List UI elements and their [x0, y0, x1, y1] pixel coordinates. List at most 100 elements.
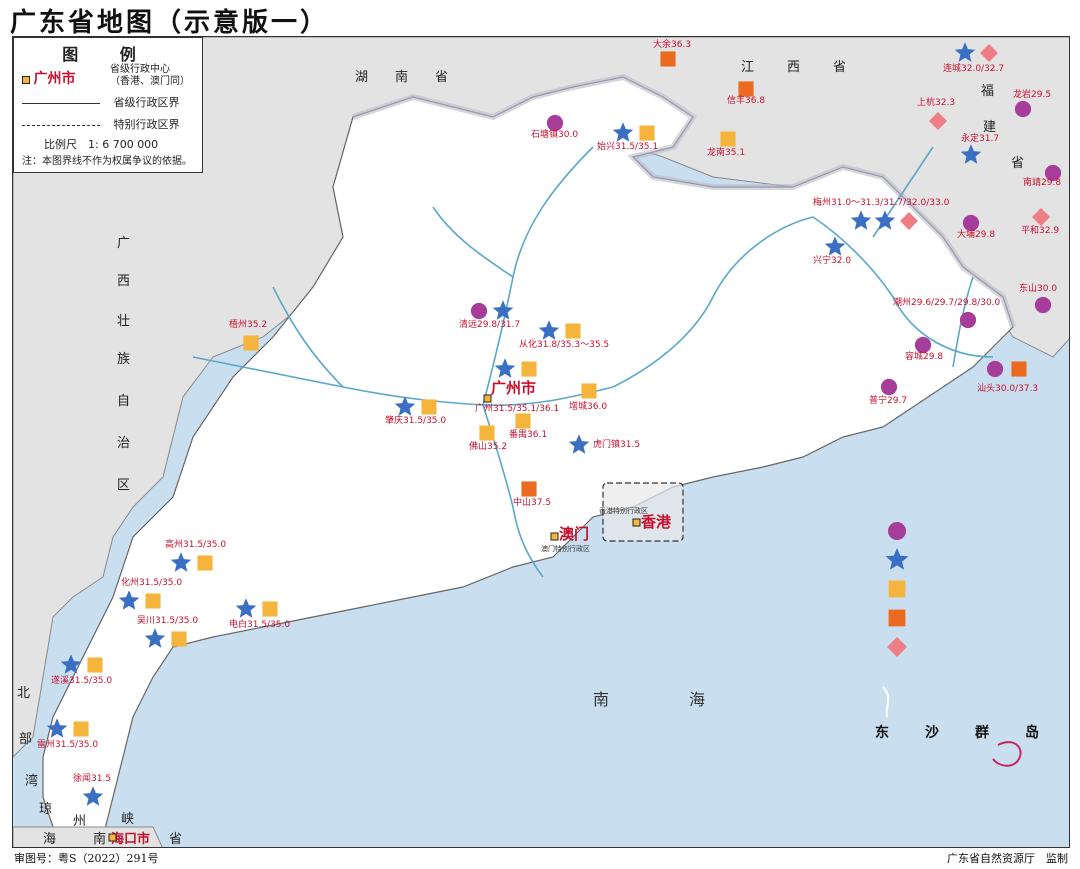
legend-capital-sample: 广州市: [33, 71, 76, 87]
page-title: 广东省地图（示意版一）: [10, 8, 330, 38]
label-guangzhou: 广州市: [491, 379, 536, 397]
legend-boundary-row: 省级行政区界: [22, 94, 180, 110]
circle-icon: [470, 302, 488, 320]
legend-capital-desc-1: 省级行政中心: [110, 64, 170, 75]
marker-label: 梧州35.2: [229, 318, 267, 330]
label-hongkong: 香港: [641, 513, 672, 531]
label-beibu-3: 湾: [25, 773, 38, 789]
solid-line-icon: [22, 102, 100, 104]
label-hainan-2: 省: [169, 832, 182, 847]
legend-note: 注：本图界线不作为权属争议的依据。: [22, 156, 192, 167]
marker-label: 大余36.3: [653, 38, 691, 50]
marker-label: 信丰36.8: [727, 94, 765, 106]
label-sea-1: 南: [593, 690, 609, 709]
label-guangxi-5: 自: [117, 394, 130, 409]
label-guangxi-1: 广: [117, 236, 130, 251]
marker-label: 上杭32.3: [917, 96, 955, 108]
marker-label: 番禺36.1: [509, 428, 547, 440]
label-beibu-2: 部: [19, 732, 32, 747]
square-light-icon: [888, 580, 906, 598]
square-light-icon: [243, 335, 259, 351]
marker-label: 大埔29.8: [957, 228, 995, 240]
label-qiongzhou-4: 峡: [121, 812, 134, 827]
marker-label: 东山30.0: [1019, 282, 1057, 294]
supervisor-credit: 广东省自然资源厅 监制: [947, 852, 1068, 865]
marker-label: 肇庆31.5/35.0: [385, 414, 446, 426]
circle-icon: [962, 214, 980, 232]
marker-label: 兴宁32.0: [813, 254, 851, 266]
label-guangxi-7: 区: [117, 478, 130, 493]
label-islands-4: 岛: [1025, 724, 1039, 741]
label-fujian-2: 建: [983, 120, 996, 135]
label-qiongzhou-3: 海: [43, 832, 56, 847]
square-dark-icon: [660, 51, 676, 67]
square-dark-icon: [1011, 361, 1027, 377]
circle-icon: [880, 378, 898, 396]
label-haikou: 海口市: [111, 831, 150, 847]
label-guangxi-3: 壮: [117, 314, 130, 329]
marker-label: 广州31.5/35.1/36.1: [475, 402, 559, 414]
square-light-icon: [73, 721, 89, 737]
label-qiongzhou-2: 州: [73, 814, 86, 829]
circle-icon: [959, 311, 977, 329]
square-light-icon: [565, 323, 581, 339]
label-jiangxi-3: 省: [833, 60, 846, 75]
label-islands-1: 东: [875, 724, 889, 741]
label-fujian-1: 福: [981, 84, 994, 99]
legend-scale: 比例尺 1: 6 700 000: [44, 138, 159, 151]
circle-icon: [546, 114, 564, 132]
legend-capital-desc: 省级行政中心 （香港、澳门同）: [110, 64, 190, 88]
capital-marker-macau: [550, 532, 559, 541]
legend-title: 图 例: [62, 45, 154, 64]
marker-label: 梅州31.0～31.3/31.7/32.0/33.0: [813, 196, 950, 208]
marker-label: 从化31.8/35.3～35.5: [519, 338, 609, 350]
label-hunan-3: 省: [435, 70, 448, 85]
legend-boundary-province: 省级行政区界: [113, 96, 180, 109]
marker-label: 南靖29.8: [1023, 176, 1061, 188]
legend-boundary-special: 特别行政区界: [113, 118, 180, 131]
square-light-icon: [197, 555, 213, 571]
label-hunan-2: 南: [395, 69, 408, 85]
circle-icon: [986, 360, 1004, 378]
label-guangxi-2: 西: [117, 274, 130, 289]
square-light-icon: [262, 601, 278, 617]
marker-label: 中山37.5: [513, 496, 551, 508]
marker-label: 石塘镇30.0: [531, 128, 578, 140]
marker-label: 电白31.5/35.0: [229, 618, 290, 630]
legend-capital-row: 广州市: [22, 68, 76, 88]
marker-label: 容城29.8: [905, 350, 943, 362]
marker-label: 平和32.9: [1021, 225, 1059, 236]
square-light-icon: [515, 413, 531, 429]
capital-marker-hongkong: [632, 518, 641, 527]
label-jiangxi-2: 西: [787, 60, 800, 75]
circle-icon: [888, 522, 906, 540]
marker-label: 始兴31.5/35.1: [597, 140, 658, 152]
label-sea-2: 海: [689, 690, 705, 709]
label-beibu-1: 北: [17, 686, 30, 701]
label-hainan-1: 南: [93, 831, 106, 847]
marker-label: 龙岩29.5: [1013, 88, 1051, 100]
square-light-icon: [421, 399, 437, 415]
legend-special-row: 特别行政区界: [22, 116, 180, 132]
marker-label: 化州31.5/35.0: [121, 576, 182, 588]
label-macau-sub: 澳门特别行政区: [541, 544, 590, 553]
label-guangxi-6: 治: [117, 436, 130, 451]
label-qiongzhou-1: 琼: [39, 802, 52, 817]
label-jiangxi-1: 江: [741, 60, 754, 75]
dongsha-atoll: [992, 741, 1022, 767]
map-marker: 汕头30.0/37.3: [977, 360, 1038, 394]
marker-label: 潮州29.6/29.7/29.8/30.0: [893, 296, 1001, 308]
marker-label: 吴川31.5/35.0: [137, 615, 198, 626]
square-light-icon: [521, 361, 537, 377]
marker-label: 徐闻31.5: [73, 772, 111, 784]
symbol-legend: [885, 522, 909, 657]
marker-label: 普宁29.7: [869, 394, 907, 406]
square-light-icon: [720, 131, 736, 147]
marker-label: 汕头30.0/37.3: [977, 383, 1038, 394]
square-dark-icon: [521, 481, 537, 497]
circle-icon: [914, 336, 932, 354]
star-icon: [885, 548, 909, 570]
marker-label: 增城36.0: [569, 400, 607, 412]
marker-label: 遂溪31.5/35.0: [51, 674, 112, 686]
legend-box: 图 例 广州市 省级行政中心 （香港、澳门同） 省级行政区界 特别行政区界 比例…: [13, 37, 203, 173]
